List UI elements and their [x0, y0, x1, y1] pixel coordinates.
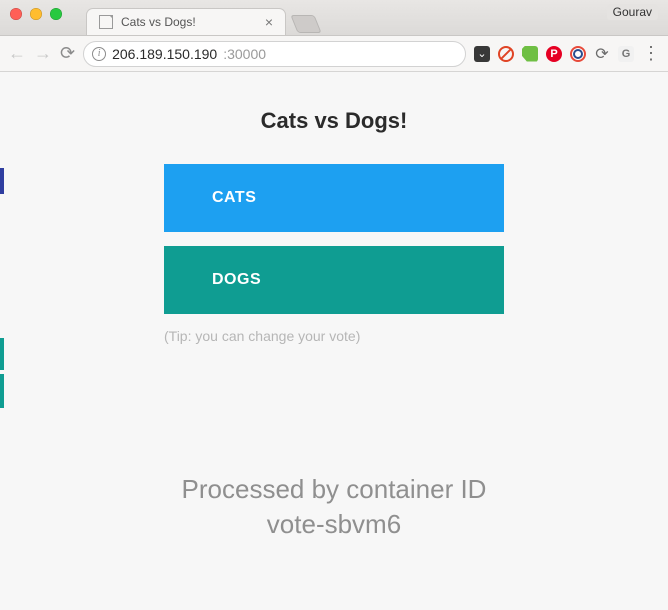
traffic-lights: [0, 0, 72, 20]
minimize-window-icon[interactable]: [30, 8, 42, 20]
site-info-icon[interactable]: i: [92, 47, 106, 61]
profile-button[interactable]: Gourav: [607, 4, 658, 20]
address-bar[interactable]: i 206.189.150.190 :30000: [83, 41, 466, 67]
vote-cats-button[interactable]: CATS: [164, 164, 504, 232]
zoom-window-icon[interactable]: [50, 8, 62, 20]
reload-button[interactable]: ⟳: [60, 43, 75, 64]
close-window-icon[interactable]: [10, 8, 22, 20]
browser-toolbar: ← → ⟳ i 206.189.150.190 :30000 ⌄ P ⟳ G ⋮: [0, 36, 668, 72]
ublock-extension-icon[interactable]: [498, 46, 514, 62]
processed-by: Processed by container ID vote-sbvm6: [0, 472, 668, 542]
url-port: :30000: [223, 46, 266, 62]
pinterest-extension-icon[interactable]: P: [546, 46, 562, 62]
page-title: Cats vs Dogs!: [0, 108, 668, 134]
page-content: Cats vs Dogs! CATS DOGS (Tip: you can ch…: [0, 72, 668, 610]
vote-cats-label: CATS: [212, 189, 256, 207]
background-sliver: [0, 338, 4, 370]
evernote-extension-icon[interactable]: [522, 46, 538, 62]
close-tab-icon[interactable]: ×: [265, 14, 273, 30]
back-button[interactable]: ←: [8, 43, 26, 64]
background-sliver: [0, 374, 4, 408]
browser-menu-icon[interactable]: ⋮: [642, 43, 660, 64]
tab-strip: Cats vs Dogs! ×: [86, 8, 318, 35]
tip-text: (Tip: you can change your vote): [164, 328, 504, 344]
processed-line-1: Processed by container ID: [0, 472, 668, 507]
new-tab-button[interactable]: [290, 15, 321, 33]
authenticator-extension-icon[interactable]: [570, 46, 586, 62]
tab-title: Cats vs Dogs!: [121, 15, 257, 29]
processed-line-2: vote-sbvm6: [0, 507, 668, 542]
window-titlebar: Cats vs Dogs! × Gourav: [0, 0, 668, 36]
google-extension-icon[interactable]: G: [618, 46, 634, 62]
sync-extension-icon[interactable]: ⟳: [594, 46, 610, 62]
forward-button[interactable]: →: [34, 43, 52, 64]
vote-dogs-label: DOGS: [212, 271, 261, 289]
extensions-row: ⌄ P ⟳ G ⋮: [474, 43, 660, 64]
url-host: 206.189.150.190: [112, 46, 217, 62]
vote-dogs-button[interactable]: DOGS: [164, 246, 504, 314]
browser-tab[interactable]: Cats vs Dogs! ×: [86, 8, 286, 35]
file-icon: [99, 15, 113, 29]
vote-panel: CATS DOGS (Tip: you can change your vote…: [164, 164, 504, 344]
background-sliver: [0, 168, 4, 194]
pocket-extension-icon[interactable]: ⌄: [474, 46, 490, 62]
